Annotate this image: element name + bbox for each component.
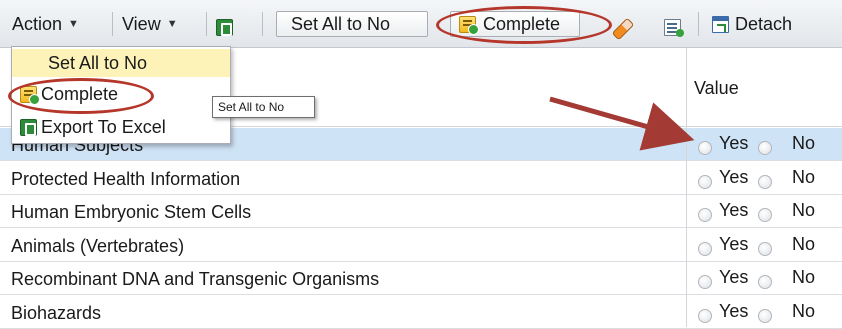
yes-label: Yes: [719, 133, 749, 153]
detach-label: Detach: [735, 13, 793, 34]
export-excel-button[interactable]: [216, 14, 233, 40]
no-label: No: [792, 133, 816, 153]
detach-button[interactable]: Detach: [712, 11, 792, 37]
grid-toolbar: Action ▼ View ▼ Set All to No Complete D…: [0, 0, 842, 48]
menu-item-set-all-no[interactable]: Set All to No: [12, 49, 230, 77]
no-radio[interactable]: [758, 242, 772, 256]
table-row[interactable]: Protected Health Information Yes No: [0, 162, 842, 195]
row-label: Human Embryonic Stem Cells: [11, 202, 252, 222]
action-menu-button[interactable]: Action ▼: [12, 11, 79, 37]
yes-radio[interactable]: [698, 175, 712, 189]
row-label: Animals (Vertebrates): [11, 236, 185, 256]
yes-label: Yes: [719, 200, 749, 220]
table-row[interactable]: Animals (Vertebrates) Yes No: [0, 229, 842, 262]
action-menu-label: Action: [12, 13, 63, 34]
no-label: No: [792, 301, 816, 321]
validate-button[interactable]: [664, 14, 684, 40]
no-label: No: [792, 167, 816, 187]
set-all-no-button[interactable]: Set All to No: [276, 11, 428, 37]
no-radio[interactable]: [758, 309, 772, 323]
menu-item-label: Export To Excel: [41, 116, 166, 137]
yes-label: Yes: [719, 167, 749, 187]
menu-item-label: Set All to No: [48, 52, 148, 73]
row-label: Biohazards: [11, 303, 102, 323]
clear-button[interactable]: [611, 16, 635, 42]
yes-radio[interactable]: [698, 309, 712, 323]
toolbar-divider: [206, 12, 207, 36]
menu-item-export-excel[interactable]: Export To Excel: [12, 113, 230, 141]
excel-icon: [216, 18, 233, 36]
toolbar-divider: [698, 12, 699, 36]
yes-radio[interactable]: [698, 242, 712, 256]
no-radio[interactable]: [758, 175, 772, 189]
no-label: No: [792, 267, 816, 287]
yes-radio[interactable]: [698, 208, 712, 222]
table-row[interactable]: Recombinant DNA and Transgenic Organisms…: [0, 262, 842, 295]
set-all-no-tooltip: Set All to No: [212, 96, 315, 118]
no-label: No: [792, 200, 816, 220]
no-radio[interactable]: [758, 208, 772, 222]
eraser-icon: [611, 17, 635, 41]
chevron-down-icon: ▼: [68, 18, 79, 30]
yes-radio[interactable]: [698, 141, 712, 155]
row-label: Protected Health Information: [11, 169, 241, 189]
chevron-down-icon: ▼: [166, 18, 178, 30]
yes-label: Yes: [719, 267, 749, 287]
excel-icon: [20, 118, 37, 136]
menu-item-label: Complete: [41, 83, 119, 104]
complete-icon: [20, 85, 40, 105]
row-label: Recombinant DNA and Transgenic Organisms: [11, 269, 380, 289]
action-dropdown-menu: Set All to No Complete Export To Excel: [11, 46, 231, 144]
toolbar-divider: [112, 12, 113, 36]
yes-radio[interactable]: [698, 275, 712, 289]
detach-icon: [712, 15, 729, 33]
column-divider: [686, 48, 687, 327]
tooltip-text: Set All to No: [218, 100, 285, 114]
set-all-no-label: Set All to No: [291, 13, 391, 34]
view-menu-button[interactable]: View ▼: [122, 11, 178, 37]
no-radio[interactable]: [758, 141, 772, 155]
value-column-header: Value: [694, 78, 739, 98]
complete-button[interactable]: Complete: [450, 11, 580, 37]
yes-label: Yes: [719, 301, 749, 321]
complete-label: Complete: [483, 13, 561, 34]
list-check-icon: [664, 18, 684, 37]
complete-icon: [459, 15, 479, 35]
table-row[interactable]: Human Embryonic Stem Cells Yes No: [0, 195, 842, 228]
view-menu-label: View: [122, 13, 161, 34]
menu-item-complete[interactable]: Complete: [12, 80, 230, 108]
toolbar-divider: [262, 12, 263, 36]
yes-label: Yes: [719, 234, 749, 254]
no-label: No: [792, 234, 816, 254]
table-row[interactable]: Biohazards Yes No: [0, 296, 842, 329]
no-radio[interactable]: [758, 275, 772, 289]
